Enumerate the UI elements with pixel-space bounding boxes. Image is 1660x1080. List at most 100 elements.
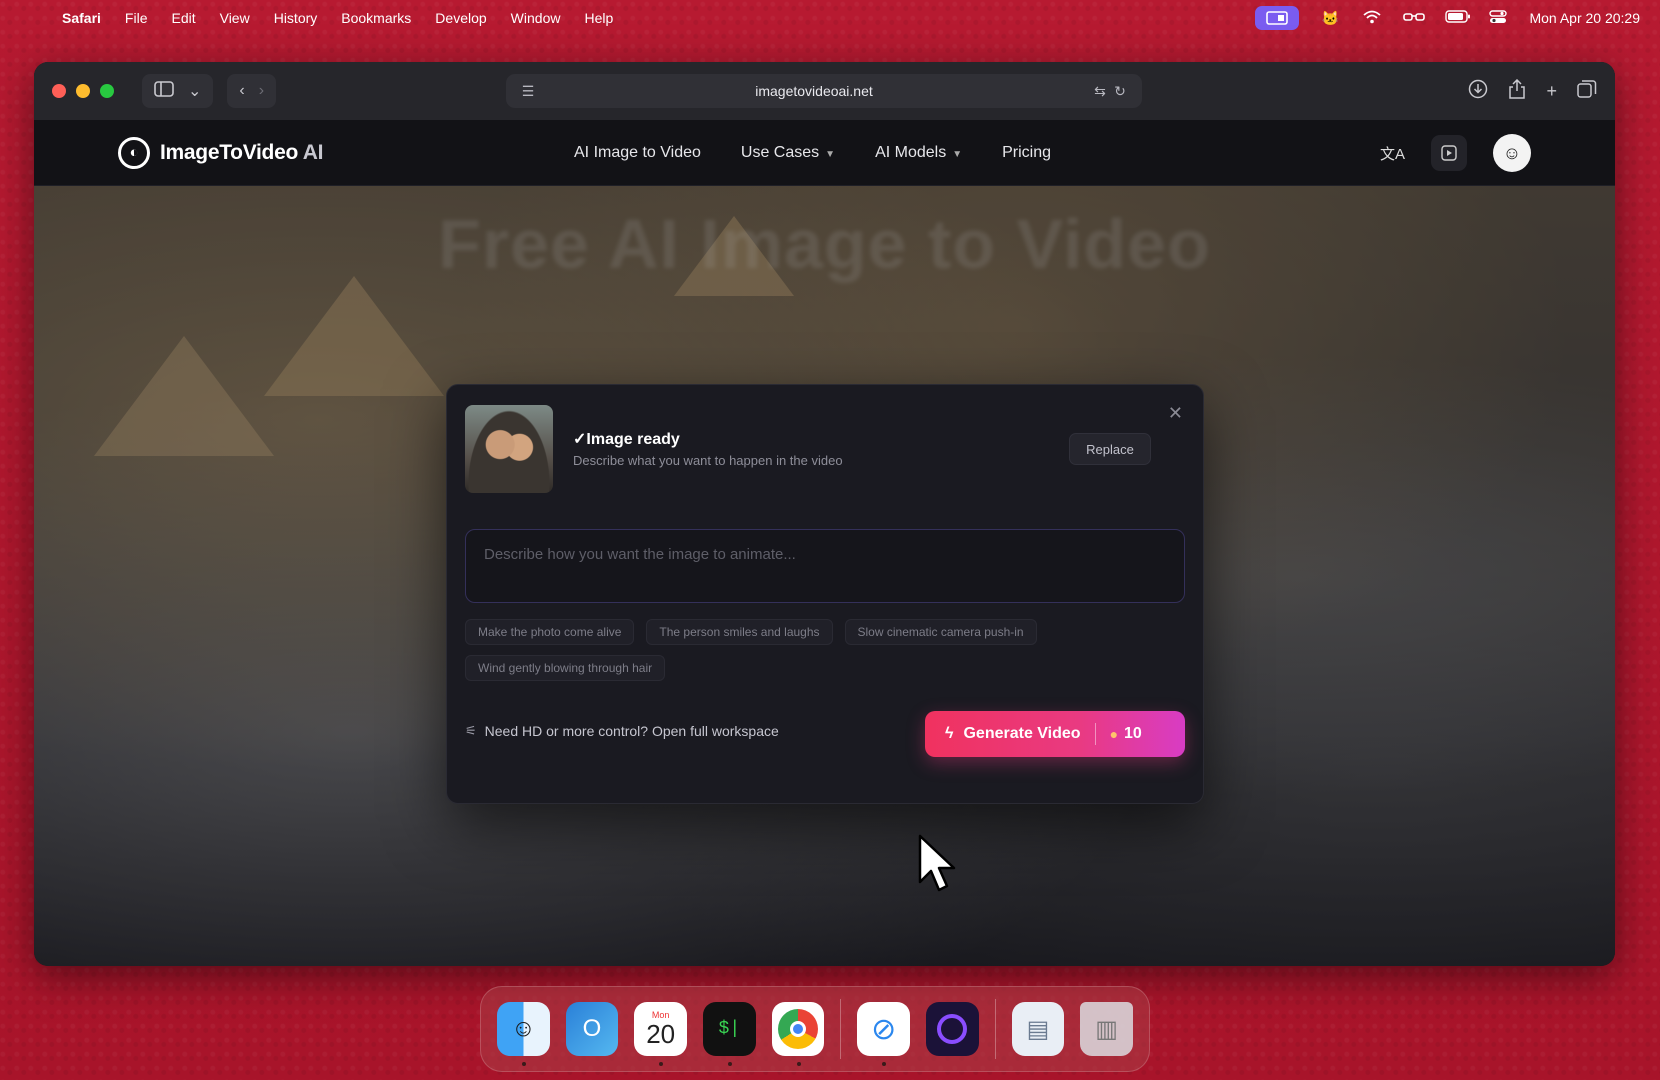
- running-indicator: [882, 1062, 887, 1066]
- chrome-app-icon[interactable]: [771, 1002, 825, 1066]
- translate-page-icon[interactable]: ⇆: [1090, 83, 1110, 100]
- battery-icon[interactable]: [1445, 10, 1471, 26]
- mouse-cursor-icon: [918, 834, 956, 892]
- button-divider: [1094, 723, 1096, 745]
- nav-ai-models[interactable]: AI Models ▼: [875, 144, 962, 162]
- terminal-app-icon[interactable]: $|: [703, 1002, 756, 1066]
- logo-suffix: AI: [302, 140, 324, 164]
- nav-ai-models-label: AI Models: [875, 144, 947, 161]
- menu-help[interactable]: Help: [584, 10, 613, 26]
- lightning-icon: ϟ: [945, 725, 954, 742]
- sidebar-icon[interactable]: [154, 80, 174, 102]
- my-videos-button[interactable]: [1431, 135, 1467, 171]
- browser-toolbar: ⌄ ‹ › ☰ imagetovideoai.net ⇆ ↻ +: [34, 62, 1615, 120]
- suggestion-chip[interactable]: Make the photo come alive: [465, 619, 635, 645]
- logo-icon: ◐: [118, 136, 150, 169]
- menu-file[interactable]: File: [125, 10, 148, 26]
- safari-app-icon[interactable]: ⊘: [857, 1002, 910, 1066]
- generate-video-button[interactable]: ϟ Generate Video ● 10: [925, 711, 1185, 757]
- menu-app-name[interactable]: Safari: [62, 10, 101, 26]
- chrome-logo: [778, 1009, 819, 1049]
- toolbar-right-actions: +: [1468, 74, 1597, 108]
- sidebar-toggle-group: ⌄: [142, 74, 214, 108]
- menu-edit[interactable]: Edit: [171, 10, 195, 26]
- wifi-icon[interactable]: [1361, 10, 1383, 27]
- control-center-icon[interactable]: [1487, 9, 1509, 27]
- share-icon[interactable]: [1508, 78, 1526, 104]
- menu-window[interactable]: Window: [511, 10, 561, 26]
- running-indicator: [522, 1062, 526, 1066]
- reload-icon[interactable]: ↻: [1110, 83, 1130, 100]
- running-indicator: [728, 1062, 733, 1066]
- safari-window: ⌄ ‹ › ☰ imagetovideoai.net ⇆ ↻ + ◐ Image…: [34, 62, 1615, 966]
- chevron-down-icon: ▼: [825, 149, 836, 160]
- logo-name: ImageToVideo: [160, 140, 298, 164]
- open-workspace-link[interactable]: ⚟ Need HD or more control? Open full wor…: [465, 723, 779, 739]
- chevron-down-icon[interactable]: ⌄: [188, 81, 201, 101]
- nav-pricing[interactable]: Pricing: [1002, 144, 1051, 162]
- page-menu-icon[interactable]: ☰: [518, 83, 538, 100]
- suggestion-chip[interactable]: Wind gently blowing through hair: [465, 655, 666, 681]
- menu-develop[interactable]: Develop: [435, 10, 486, 26]
- downloads-icon[interactable]: [1468, 79, 1488, 104]
- finder-app-icon[interactable]: ☺: [497, 1002, 550, 1066]
- back-chevron-icon[interactable]: ‹: [239, 82, 244, 100]
- suggestion-chip[interactable]: Slow cinematic camera push-in: [844, 619, 1037, 645]
- terminal-glyph: $|: [718, 1019, 741, 1039]
- sliders-icon: ⚟: [465, 723, 477, 738]
- image-ready-title: ✓Image ready: [573, 431, 680, 448]
- nav-use-cases-label: Use Cases: [740, 144, 820, 161]
- running-indicator: [796, 1062, 801, 1066]
- address-bar[interactable]: ☰ imagetovideoai.net ⇆ ↻: [506, 74, 1142, 108]
- trash-icon[interactable]: ▥: [1080, 1002, 1133, 1056]
- header-actions: 文A ☺: [1380, 120, 1531, 186]
- menu-view[interactable]: View: [220, 10, 250, 26]
- forward-chevron-icon[interactable]: ›: [259, 82, 264, 100]
- user-avatar[interactable]: ☺: [1493, 134, 1531, 172]
- new-tab-icon[interactable]: +: [1546, 81, 1557, 102]
- nav-ai-image-to-video[interactable]: AI Image to Video: [574, 144, 701, 162]
- site-logo[interactable]: ◐ ImageToVideo AI: [118, 136, 323, 169]
- replace-image-button[interactable]: Replace: [1069, 433, 1151, 465]
- dock-separator: [840, 999, 842, 1059]
- prompt-suggestions: Make the photo come alive The person smi…: [465, 619, 1185, 681]
- site-header: ◐ ImageToVideo AI AI Image to Video Use …: [34, 120, 1615, 186]
- orb-ring: [937, 1014, 968, 1044]
- generate-video-label: Generate Video: [963, 725, 1081, 742]
- credits-cost: 10: [1124, 725, 1142, 742]
- language-icon[interactable]: 文A: [1380, 143, 1405, 164]
- open-workspace-label: Need HD or more control? Open full works…: [484, 723, 779, 739]
- main-nav: AI Image to Video Use Cases ▼ AI Models ▼ …: [574, 120, 1051, 186]
- credits-icon: ●: [1109, 726, 1119, 742]
- screen-share-icon[interactable]: [1255, 6, 1300, 30]
- outlook-app-icon[interactable]: O: [565, 1002, 619, 1056]
- orb-app-icon[interactable]: [926, 1002, 979, 1056]
- fullscreen-window-button[interactable]: [100, 84, 114, 98]
- dock-separator: [994, 999, 996, 1059]
- history-nav-group: ‹ ›: [227, 74, 277, 108]
- uploaded-image-thumbnail: [465, 405, 553, 493]
- nav-use-cases[interactable]: Use Cases ▼: [741, 144, 835, 162]
- animation-prompt-input[interactable]: [465, 529, 1185, 603]
- close-icon[interactable]: ✕: [1168, 403, 1183, 424]
- menubar-clock[interactable]: Mon Apr 20 20:29: [1529, 10, 1640, 26]
- glasses-icon[interactable]: [1403, 10, 1426, 26]
- cat-status-icon[interactable]: 🐱: [1319, 10, 1341, 27]
- macos-dock: ☺ O Mon 20 $| ⊘ ▤ ▥: [480, 986, 1150, 1072]
- window-controls: [52, 84, 114, 98]
- menu-bookmarks[interactable]: Bookmarks: [341, 10, 411, 26]
- minimize-window-button[interactable]: [76, 84, 90, 98]
- macos-menubar: Safari File Edit View History Bookmarks …: [0, 0, 1660, 36]
- image-ready-subtitle: Describe what you want to happen in the …: [573, 453, 843, 468]
- calendar-day: 20: [646, 1019, 676, 1049]
- logo-text: ImageToVideo AI: [160, 141, 323, 165]
- calendar-app-icon[interactable]: Mon 20: [634, 1002, 688, 1066]
- close-window-button[interactable]: [52, 84, 66, 98]
- chevron-down-icon: ▼: [952, 149, 963, 160]
- preview-document-icon[interactable]: ▤: [1011, 1002, 1065, 1056]
- suggestion-chip[interactable]: The person smiles and laughs: [646, 619, 833, 645]
- image-ready-modal: ✕ ✓Image ready Describe what you want to…: [446, 384, 1204, 804]
- url-text[interactable]: imagetovideoai.net: [538, 83, 1090, 99]
- tab-overview-icon[interactable]: [1577, 79, 1597, 104]
- menu-history[interactable]: History: [274, 10, 318, 26]
